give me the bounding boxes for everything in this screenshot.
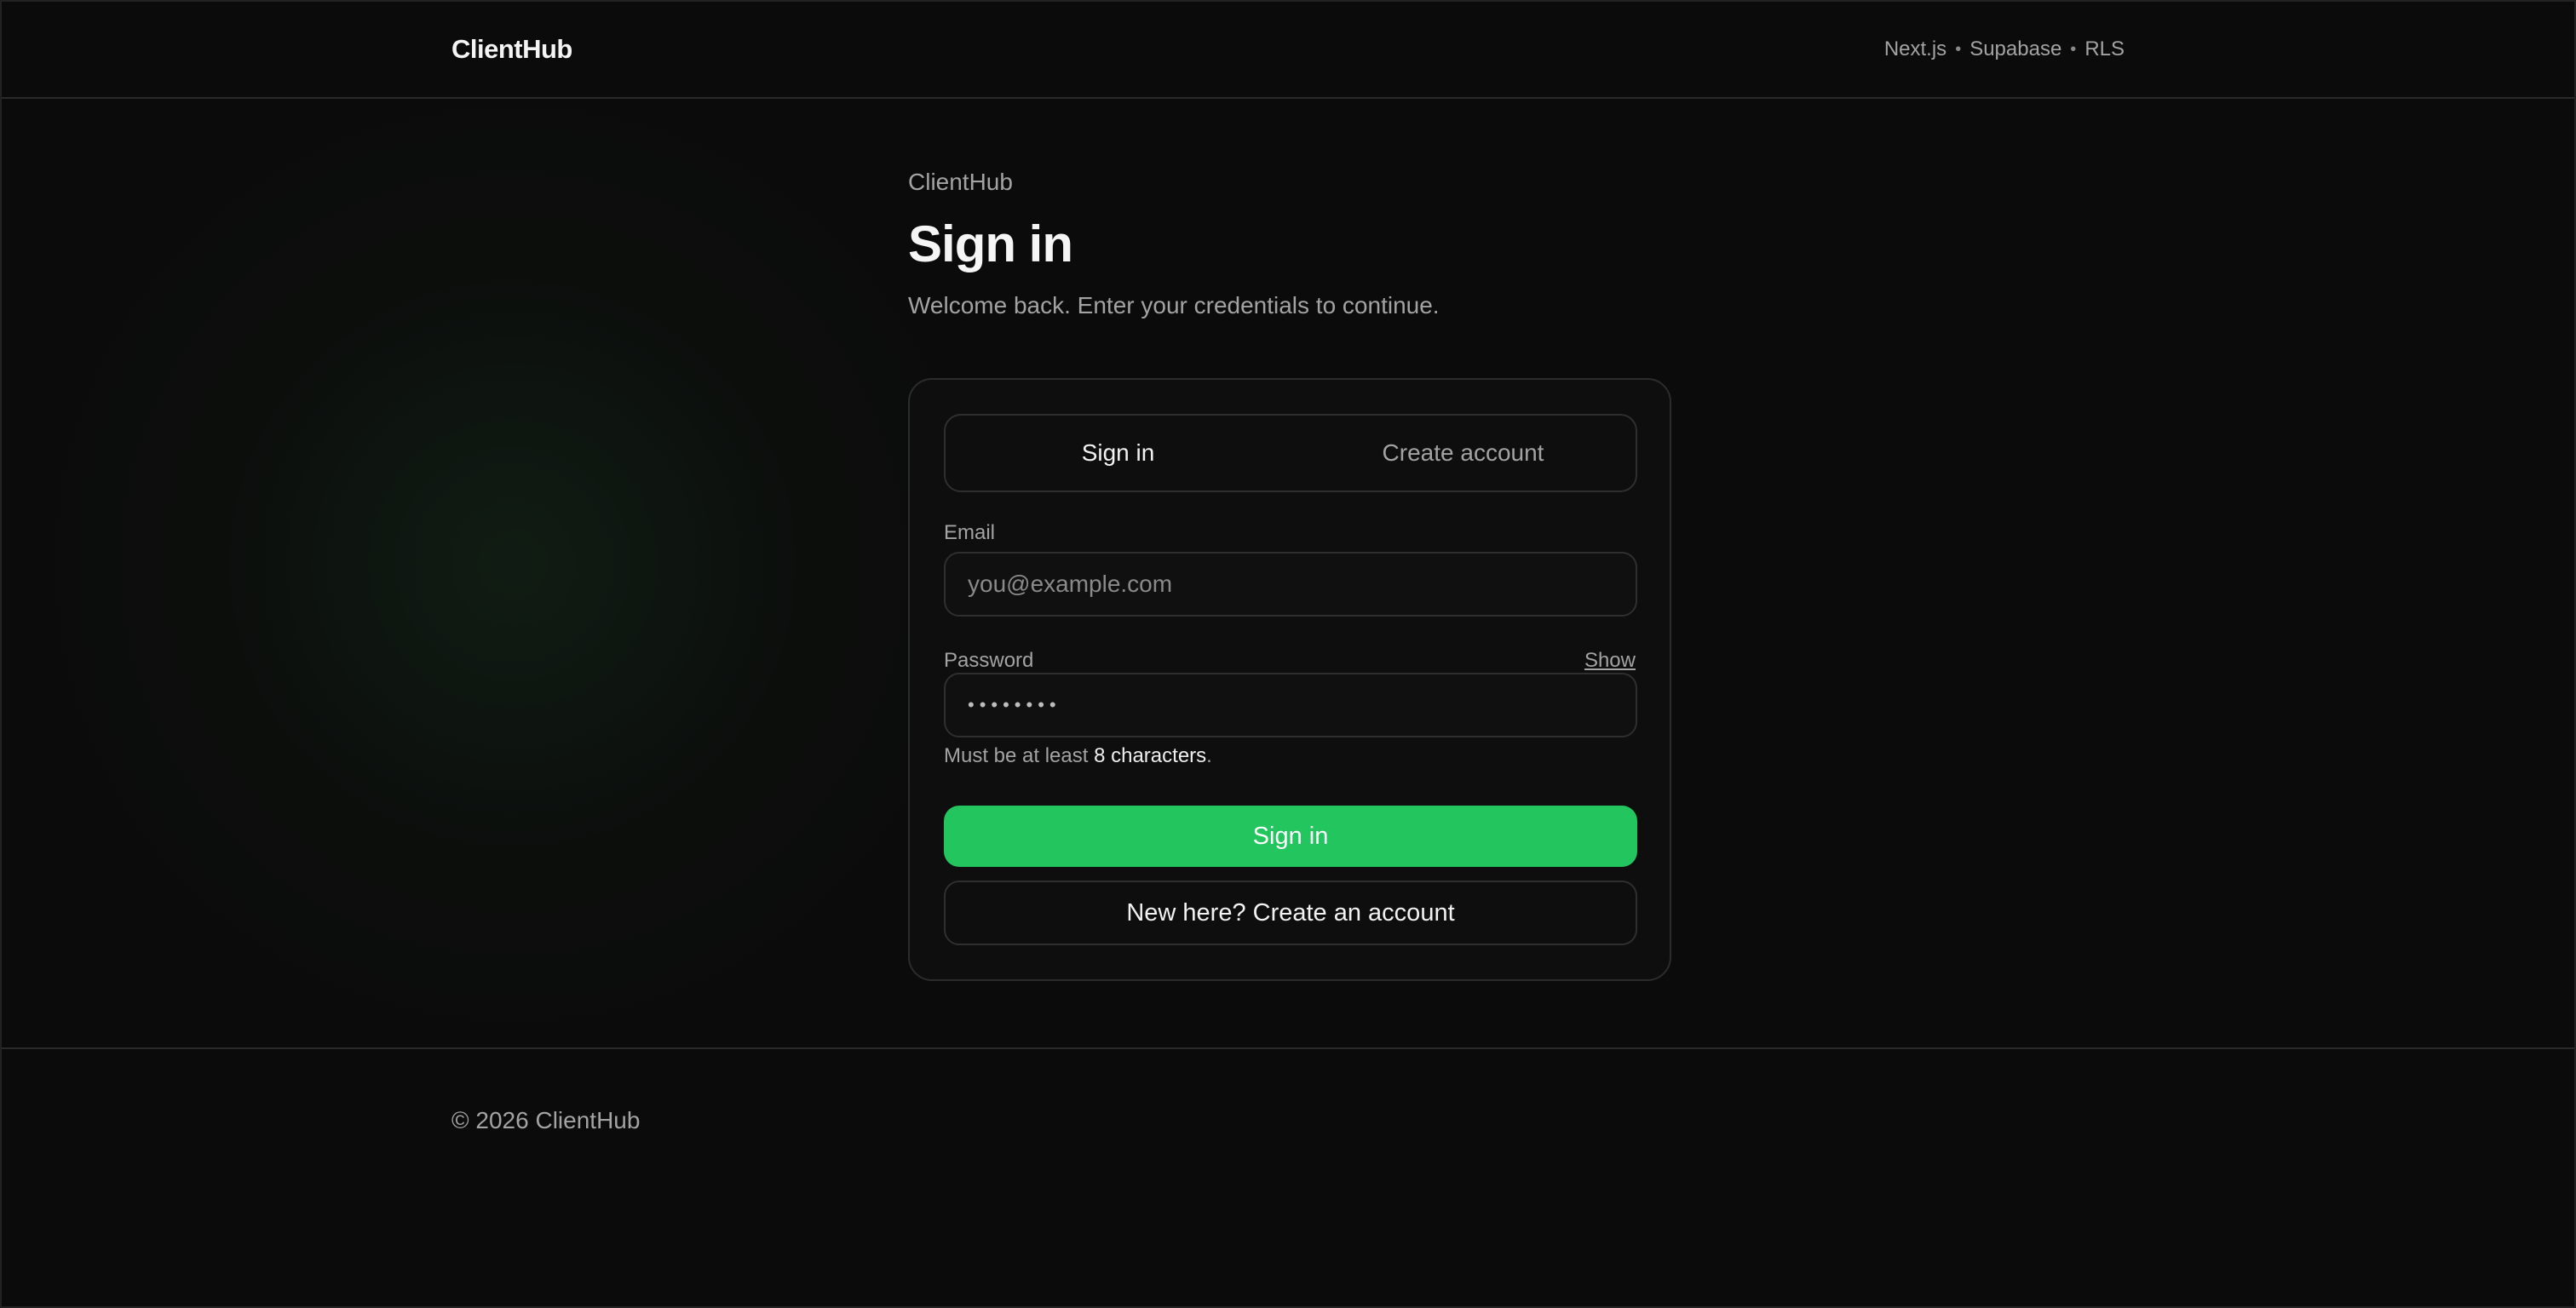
email-label: Email bbox=[944, 521, 996, 544]
stack-separator: • bbox=[2070, 39, 2077, 59]
password-input[interactable] bbox=[944, 673, 1637, 737]
page-subtitle: Welcome back. Enter your credentials to … bbox=[908, 292, 1440, 318]
stack-separator: • bbox=[1955, 39, 1962, 59]
create-account-button[interactable]: New here? Create an account bbox=[944, 881, 1637, 945]
password-label: Password bbox=[944, 649, 1034, 672]
tab-create-account[interactable]: Create account bbox=[1291, 416, 1636, 490]
sign-in-button[interactable]: Sign in bbox=[944, 806, 1637, 867]
password-hint: Must be at least 8 characters. bbox=[944, 744, 1212, 768]
hint-suffix: . bbox=[1206, 744, 1212, 767]
copyright-text: © 2026 ClientHub bbox=[451, 1107, 641, 1133]
hint-prefix: Must be at least bbox=[944, 744, 1095, 767]
intro-section: ClientHub Sign in Welcome back. Enter yo… bbox=[908, 169, 1671, 319]
tab-sign-in[interactable]: Sign in bbox=[946, 416, 1291, 490]
top-nav: ClientHub Next.js • Supabase • RLS bbox=[2, 2, 2574, 99]
eyebrow-text: ClientHub bbox=[908, 169, 1013, 195]
auth-tabs: Sign in Create account bbox=[944, 414, 1637, 492]
stack-item-rls: RLS bbox=[2084, 37, 2125, 60]
auth-card: Sign in Create account Email Password Sh… bbox=[908, 378, 1671, 981]
hint-strong: 8 characters bbox=[1094, 744, 1207, 767]
stack-item-supabase: Supabase bbox=[1969, 37, 2062, 60]
show-password-toggle[interactable]: Show bbox=[1584, 649, 1636, 673]
tech-stack: Next.js • Supabase • RLS bbox=[1884, 37, 2125, 61]
footer: © 2026 ClientHub bbox=[2, 1047, 2574, 1308]
brand-logo[interactable]: ClientHub bbox=[451, 34, 572, 65]
email-input[interactable] bbox=[944, 552, 1637, 617]
page: ClientHub Next.js • Supabase • RLS Clien… bbox=[0, 0, 2576, 1308]
page-title: Sign in bbox=[908, 215, 1073, 272]
stack-item-nextjs: Next.js bbox=[1883, 37, 1947, 60]
